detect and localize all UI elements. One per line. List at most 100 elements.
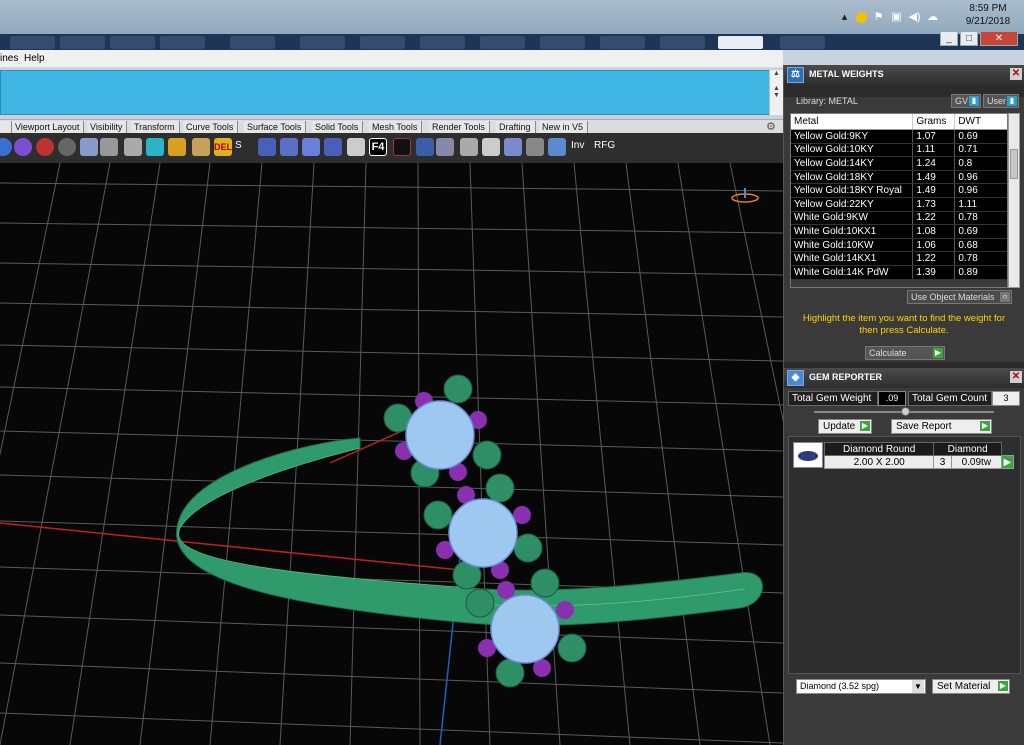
table-row[interactable]: White Gold:14KX1 1.22 0.78	[791, 251, 1007, 266]
set-material-button[interactable]: Set Material ▶	[932, 679, 1010, 694]
target-icon[interactable]	[36, 138, 54, 156]
taskbar-window-button[interactable]	[10, 36, 55, 49]
tab-transform[interactable]: Transform	[131, 121, 180, 133]
gem-diamond[interactable]	[448, 498, 518, 568]
column-header-dwt[interactable]: DWT	[954, 114, 1007, 130]
save-icon[interactable]	[124, 138, 142, 156]
f4-button[interactable]: F4	[369, 138, 387, 156]
del-button[interactable]: DEL	[214, 138, 232, 156]
column-header-metal[interactable]: Metal	[791, 114, 914, 130]
tab-new-in-v5[interactable]: New in V5	[539, 121, 589, 133]
gear-icon[interactable]: ⚙	[766, 120, 776, 133]
close-button[interactable]: ✕	[980, 31, 1018, 46]
taskbar-window-button[interactable]	[780, 36, 825, 49]
scroll-mid-icon[interactable]: ▲	[770, 85, 783, 92]
calculate-button[interactable]: Calculate ▶	[865, 346, 945, 360]
inv-button[interactable]: Inv	[571, 140, 584, 151]
flag-icon[interactable]: ⚑	[872, 11, 885, 24]
book-icon[interactable]	[416, 138, 434, 156]
tab-drafting[interactable]: Drafting	[496, 121, 536, 133]
grid-icon[interactable]	[192, 138, 210, 156]
viewport-canvas[interactable]	[0, 163, 783, 745]
gem-row-go-icon[interactable]: ▶	[1001, 455, 1014, 469]
gv-button[interactable]: GV ▮	[951, 94, 981, 108]
chevron-up-icon[interactable]: ▴	[838, 11, 851, 24]
align-icon[interactable]	[302, 138, 320, 156]
material-select[interactable]: Diamond (3.52 spg) ▼	[796, 679, 926, 694]
tab-visibility[interactable]: Visibility	[87, 121, 128, 133]
table-row[interactable]: White Gold:10KX1 1.08 0.69	[791, 224, 1007, 239]
sphere-icon[interactable]	[14, 138, 32, 156]
table-row[interactable]: Yellow Gold:10KY 1.11 0.71	[791, 143, 1007, 158]
command-scrollbar[interactable]: ▲ ▲ ▼	[769, 70, 783, 115]
shade-icon[interactable]	[58, 138, 76, 156]
table-row[interactable]: Yellow Gold:22KY 1.73 1.11	[791, 197, 1007, 212]
axis-icon[interactable]	[504, 138, 522, 156]
unlock-icon[interactable]	[482, 138, 500, 156]
use-object-materials-toggle[interactable]: Use Object Materials ○	[907, 290, 1012, 304]
gem-row-values[interactable]: 2.00 X 2.00 3 0.09tw ▶	[823, 455, 1014, 469]
taskbar-window-button[interactable]	[480, 36, 525, 49]
metal-table-scrollbar[interactable]	[1008, 113, 1020, 288]
s-shape-icon[interactable]	[347, 138, 365, 156]
clock[interactable]: 8:59 PM 9/21/2018	[955, 2, 1021, 28]
3d-viewport[interactable]	[0, 163, 783, 745]
command-history-area[interactable]	[0, 70, 770, 115]
s-button[interactable]: S	[235, 140, 242, 151]
volume-icon[interactable]: ◀)	[908, 11, 921, 24]
taskbar-window-button[interactable]	[110, 36, 155, 49]
cloud-icon[interactable]: ☁	[926, 11, 939, 24]
cube-icon[interactable]	[146, 138, 164, 156]
chevron-down-icon[interactable]: ▼	[912, 680, 924, 693]
close-icon[interactable]: ✕	[1010, 371, 1022, 383]
tab-solid-tools[interactable]: Solid Tools	[312, 121, 364, 133]
taskbar-window-button[interactable]	[230, 36, 275, 49]
taskbar-window-button[interactable]	[600, 36, 645, 49]
table-row[interactable]: Yellow Gold:14KY 1.24 0.8	[791, 156, 1007, 171]
gem-diamond[interactable]	[405, 400, 475, 470]
hook-icon[interactable]	[526, 138, 544, 156]
taskbar-window-button[interactable]	[60, 36, 105, 49]
gem-row-header[interactable]: Diamond Round Diamond	[823, 442, 1014, 456]
save-report-button[interactable]: Save Report ▶	[891, 419, 992, 434]
column-header-grams[interactable]: Grams	[912, 114, 956, 130]
taskbar-window-button[interactable]	[420, 36, 465, 49]
points-icon[interactable]	[80, 138, 98, 156]
taskbar-window-button[interactable]	[660, 36, 705, 49]
minimize-button[interactable]: _	[940, 31, 958, 46]
taskbar-window-button[interactable]	[360, 36, 405, 49]
scrollbar-thumb[interactable]	[1010, 149, 1018, 179]
tab-render-tools[interactable]: Render Tools	[429, 121, 490, 133]
taskbar-window-button[interactable]	[160, 36, 205, 49]
tab-surface-tools[interactable]: Surface Tools	[244, 121, 307, 133]
user-button[interactable]: User ▮	[983, 94, 1019, 108]
table-row[interactable]: Yellow Gold:18KY Royal 1.49 0.96	[791, 183, 1007, 198]
table-row[interactable]: White Gold:14K PdW 1.39 0.89	[791, 265, 1007, 280]
scroll-up-icon[interactable]: ▲	[770, 70, 783, 77]
rfg-button[interactable]: RFG	[594, 140, 615, 151]
taskbar-window-button[interactable]	[540, 36, 585, 49]
update-button[interactable]: Update ▶	[818, 419, 872, 434]
taskbar-window-button-active[interactable]	[718, 36, 763, 49]
slider-handle[interactable]	[901, 407, 910, 416]
tab-curve-tools[interactable]: Curve Tools	[183, 121, 239, 133]
gem-setting-top[interactable]	[383, 374, 502, 488]
lock-icon[interactable]	[460, 138, 478, 156]
taskbar-window-button[interactable]	[300, 36, 345, 49]
move-up-icon[interactable]	[258, 138, 276, 156]
network-icon[interactable]: ▣	[890, 11, 903, 24]
tab-mesh-tools[interactable]: Mesh Tools	[369, 121, 423, 133]
menu-item-lines[interactable]: ines	[0, 53, 18, 64]
scroll-down-icon[interactable]: ▼	[770, 92, 783, 99]
close-icon[interactable]: ✕	[1010, 68, 1022, 80]
gem-thumbnail[interactable]	[793, 442, 823, 468]
table-row[interactable]: Yellow Gold:9KY 1.07 0.69	[791, 129, 1007, 144]
gem-setting-middle[interactable]	[423, 473, 543, 590]
tab-viewport-layout[interactable]: Viewport Layout	[12, 121, 85, 133]
table-row[interactable]: White Gold:9KW 1.22 0.78	[791, 211, 1007, 226]
scatter-icon[interactable]	[100, 138, 118, 156]
table-row[interactable]: Yellow Gold:18KY 1.49 0.96	[791, 170, 1007, 185]
norton-icon[interactable]	[856, 11, 867, 23]
person-icon[interactable]	[548, 138, 566, 156]
cross-icon[interactable]	[393, 138, 411, 156]
